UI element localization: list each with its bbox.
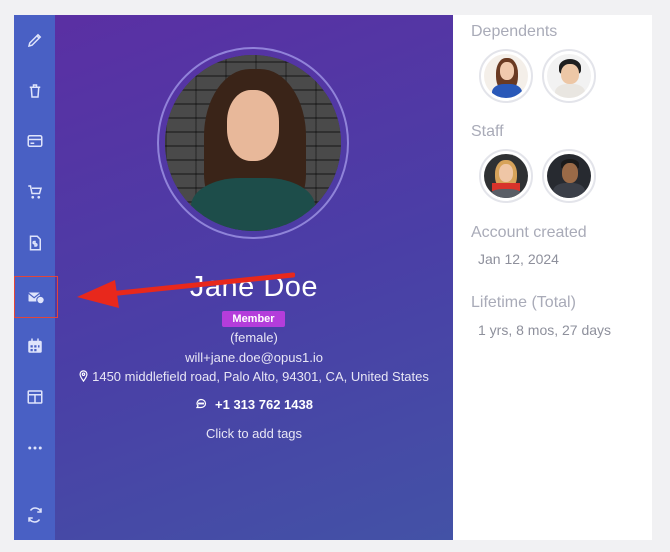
avatar-photo bbox=[165, 55, 341, 231]
phone-text: +1 313 762 1438 bbox=[215, 397, 313, 412]
staff-avatar[interactable] bbox=[479, 149, 533, 203]
layout-icon bbox=[27, 390, 42, 404]
mail-clock-icon bbox=[28, 292, 45, 305]
account-created-label: Account created bbox=[471, 224, 587, 241]
lifetime-value: 1 yrs, 8 mos, 27 days bbox=[478, 322, 612, 338]
calendar-button[interactable] bbox=[14, 328, 55, 364]
account-created-value: Jan 12, 2024 bbox=[478, 251, 559, 267]
lifetime-label: Lifetime (Total) bbox=[471, 294, 576, 311]
staff-avatar[interactable] bbox=[542, 149, 596, 203]
invoice-button[interactable] bbox=[14, 225, 55, 261]
pencil-icon bbox=[27, 33, 41, 48]
profile-avatar[interactable] bbox=[157, 47, 349, 239]
dependent-avatar[interactable] bbox=[542, 49, 596, 103]
dependent-avatar[interactable] bbox=[479, 49, 533, 103]
address-text: 1450 middlefield road, Palo Alto, 94301,… bbox=[92, 369, 429, 384]
cart-icon bbox=[27, 185, 42, 199]
trash-icon bbox=[29, 84, 40, 98]
calendar-icon bbox=[27, 338, 42, 353]
location-pin-icon bbox=[79, 370, 88, 382]
message-history-button[interactable] bbox=[14, 276, 58, 318]
layout-button[interactable] bbox=[14, 379, 55, 415]
profile-phone[interactable]: +1 313 762 1438 bbox=[55, 397, 453, 412]
more-button[interactable] bbox=[14, 430, 55, 466]
profile-email[interactable]: will+jane.doe@opus1.io bbox=[55, 350, 453, 365]
invoice-icon bbox=[29, 235, 41, 251]
edit-button[interactable] bbox=[14, 22, 55, 58]
staff-label: Staff bbox=[471, 123, 504, 140]
membership-badge: Member bbox=[222, 311, 285, 327]
dependents-label: Dependents bbox=[471, 23, 558, 40]
refresh-icon bbox=[27, 507, 42, 523]
chat-bubble-icon bbox=[195, 398, 207, 409]
add-tags-link[interactable]: Click to add tags bbox=[55, 426, 453, 441]
credit-card-icon bbox=[27, 135, 42, 147]
profile-gender: (female) bbox=[230, 330, 278, 345]
profile-name: Jane Doe bbox=[189, 271, 319, 303]
profile-address[interactable]: 1450 middlefield road, Palo Alto, 94301,… bbox=[55, 369, 453, 384]
delete-button[interactable] bbox=[14, 73, 55, 109]
more-icon bbox=[27, 446, 42, 450]
cart-button[interactable] bbox=[14, 174, 55, 210]
payment-button[interactable] bbox=[14, 123, 55, 159]
refresh-button[interactable] bbox=[14, 497, 55, 533]
